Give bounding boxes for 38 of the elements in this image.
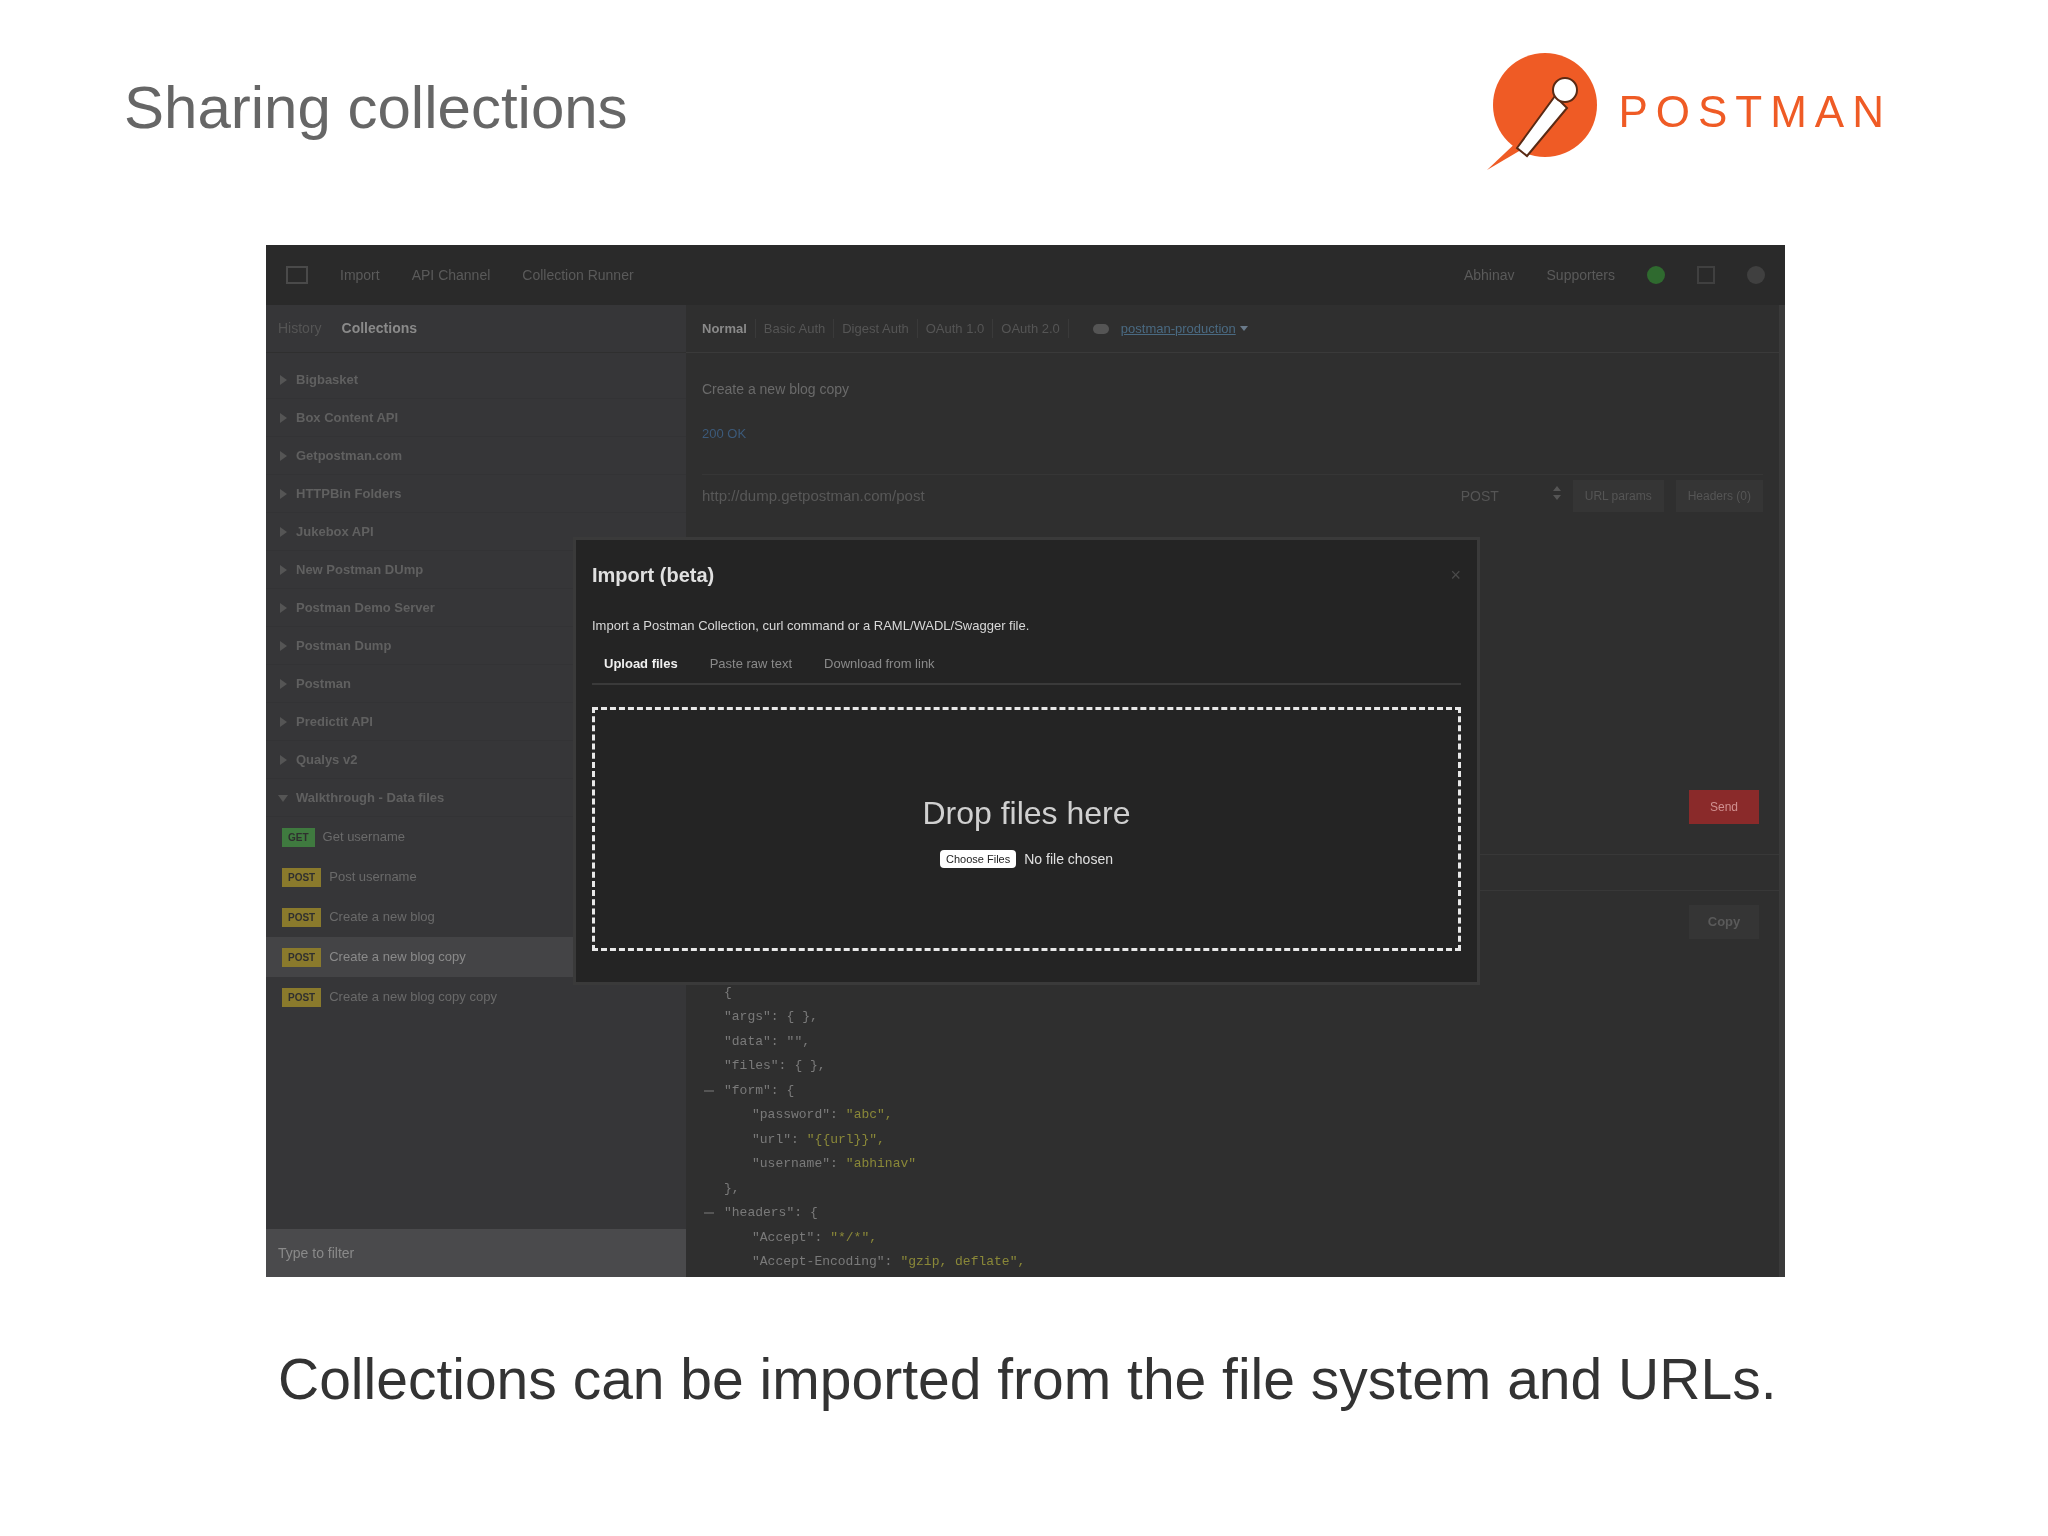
code-line: "username": "abhinav" xyxy=(751,1155,918,1173)
code-line: "Accept-Encoding": "gzip, deflate", xyxy=(751,1253,1027,1271)
environment-dropdown[interactable]: postman-production xyxy=(1120,318,1248,339)
method-tag: POST xyxy=(282,907,322,927)
code-line: "form": { xyxy=(702,1078,1779,1103)
updown-icon xyxy=(1552,485,1561,500)
file-status: No file chosen xyxy=(1024,849,1113,869)
code-line: "url": "{{url}}", xyxy=(751,1130,886,1149)
logo-text: POSTMAN xyxy=(1618,86,1892,138)
code-line: { xyxy=(723,983,733,1002)
code-line: "Accept": "*/*", xyxy=(751,1228,879,1247)
code-line: "files": { }, xyxy=(723,1057,827,1075)
request-name: Create a new blog copy xyxy=(702,380,851,399)
code-line: "args": { }, xyxy=(723,1008,819,1026)
choose-files-button[interactable]: Choose Files xyxy=(940,849,1017,869)
slide-caption: Collections can be imported from the file system and URLs. xyxy=(278,1346,1778,1413)
caret-icon xyxy=(1239,326,1248,331)
drop-text: Drop files here xyxy=(922,793,1131,833)
method-tag: GET xyxy=(282,827,315,847)
sidebar-tab[interactable]: Collections xyxy=(341,318,418,339)
slide-title: Sharing collections xyxy=(124,73,628,143)
drop-zone[interactable]: Drop files here Choose Files No file chosen xyxy=(592,707,1461,951)
code-line: "data": "", xyxy=(723,1032,811,1051)
send-button[interactable]: Send xyxy=(1689,789,1759,824)
eye-icon[interactable] xyxy=(1092,323,1109,334)
code-line: "password": "abc", xyxy=(751,1106,894,1124)
filter-field[interactable]: Type to filter xyxy=(266,1229,686,1277)
auth-tab[interactable]: Normal xyxy=(694,318,756,339)
method-tag: POST xyxy=(282,987,322,1007)
window-icon[interactable] xyxy=(286,266,308,284)
code-line: }, xyxy=(723,1179,741,1198)
status-text: 200 OK xyxy=(702,425,748,443)
dialog-tab[interactable]: Download from link xyxy=(824,653,935,673)
close-button[interactable]: × xyxy=(1450,561,1461,589)
method-tag: POST xyxy=(282,867,322,887)
code-line: "headers": { xyxy=(702,1201,1779,1226)
method-tag: POST xyxy=(282,947,322,967)
dialog-tab[interactable]: Paste raw text xyxy=(709,653,793,673)
